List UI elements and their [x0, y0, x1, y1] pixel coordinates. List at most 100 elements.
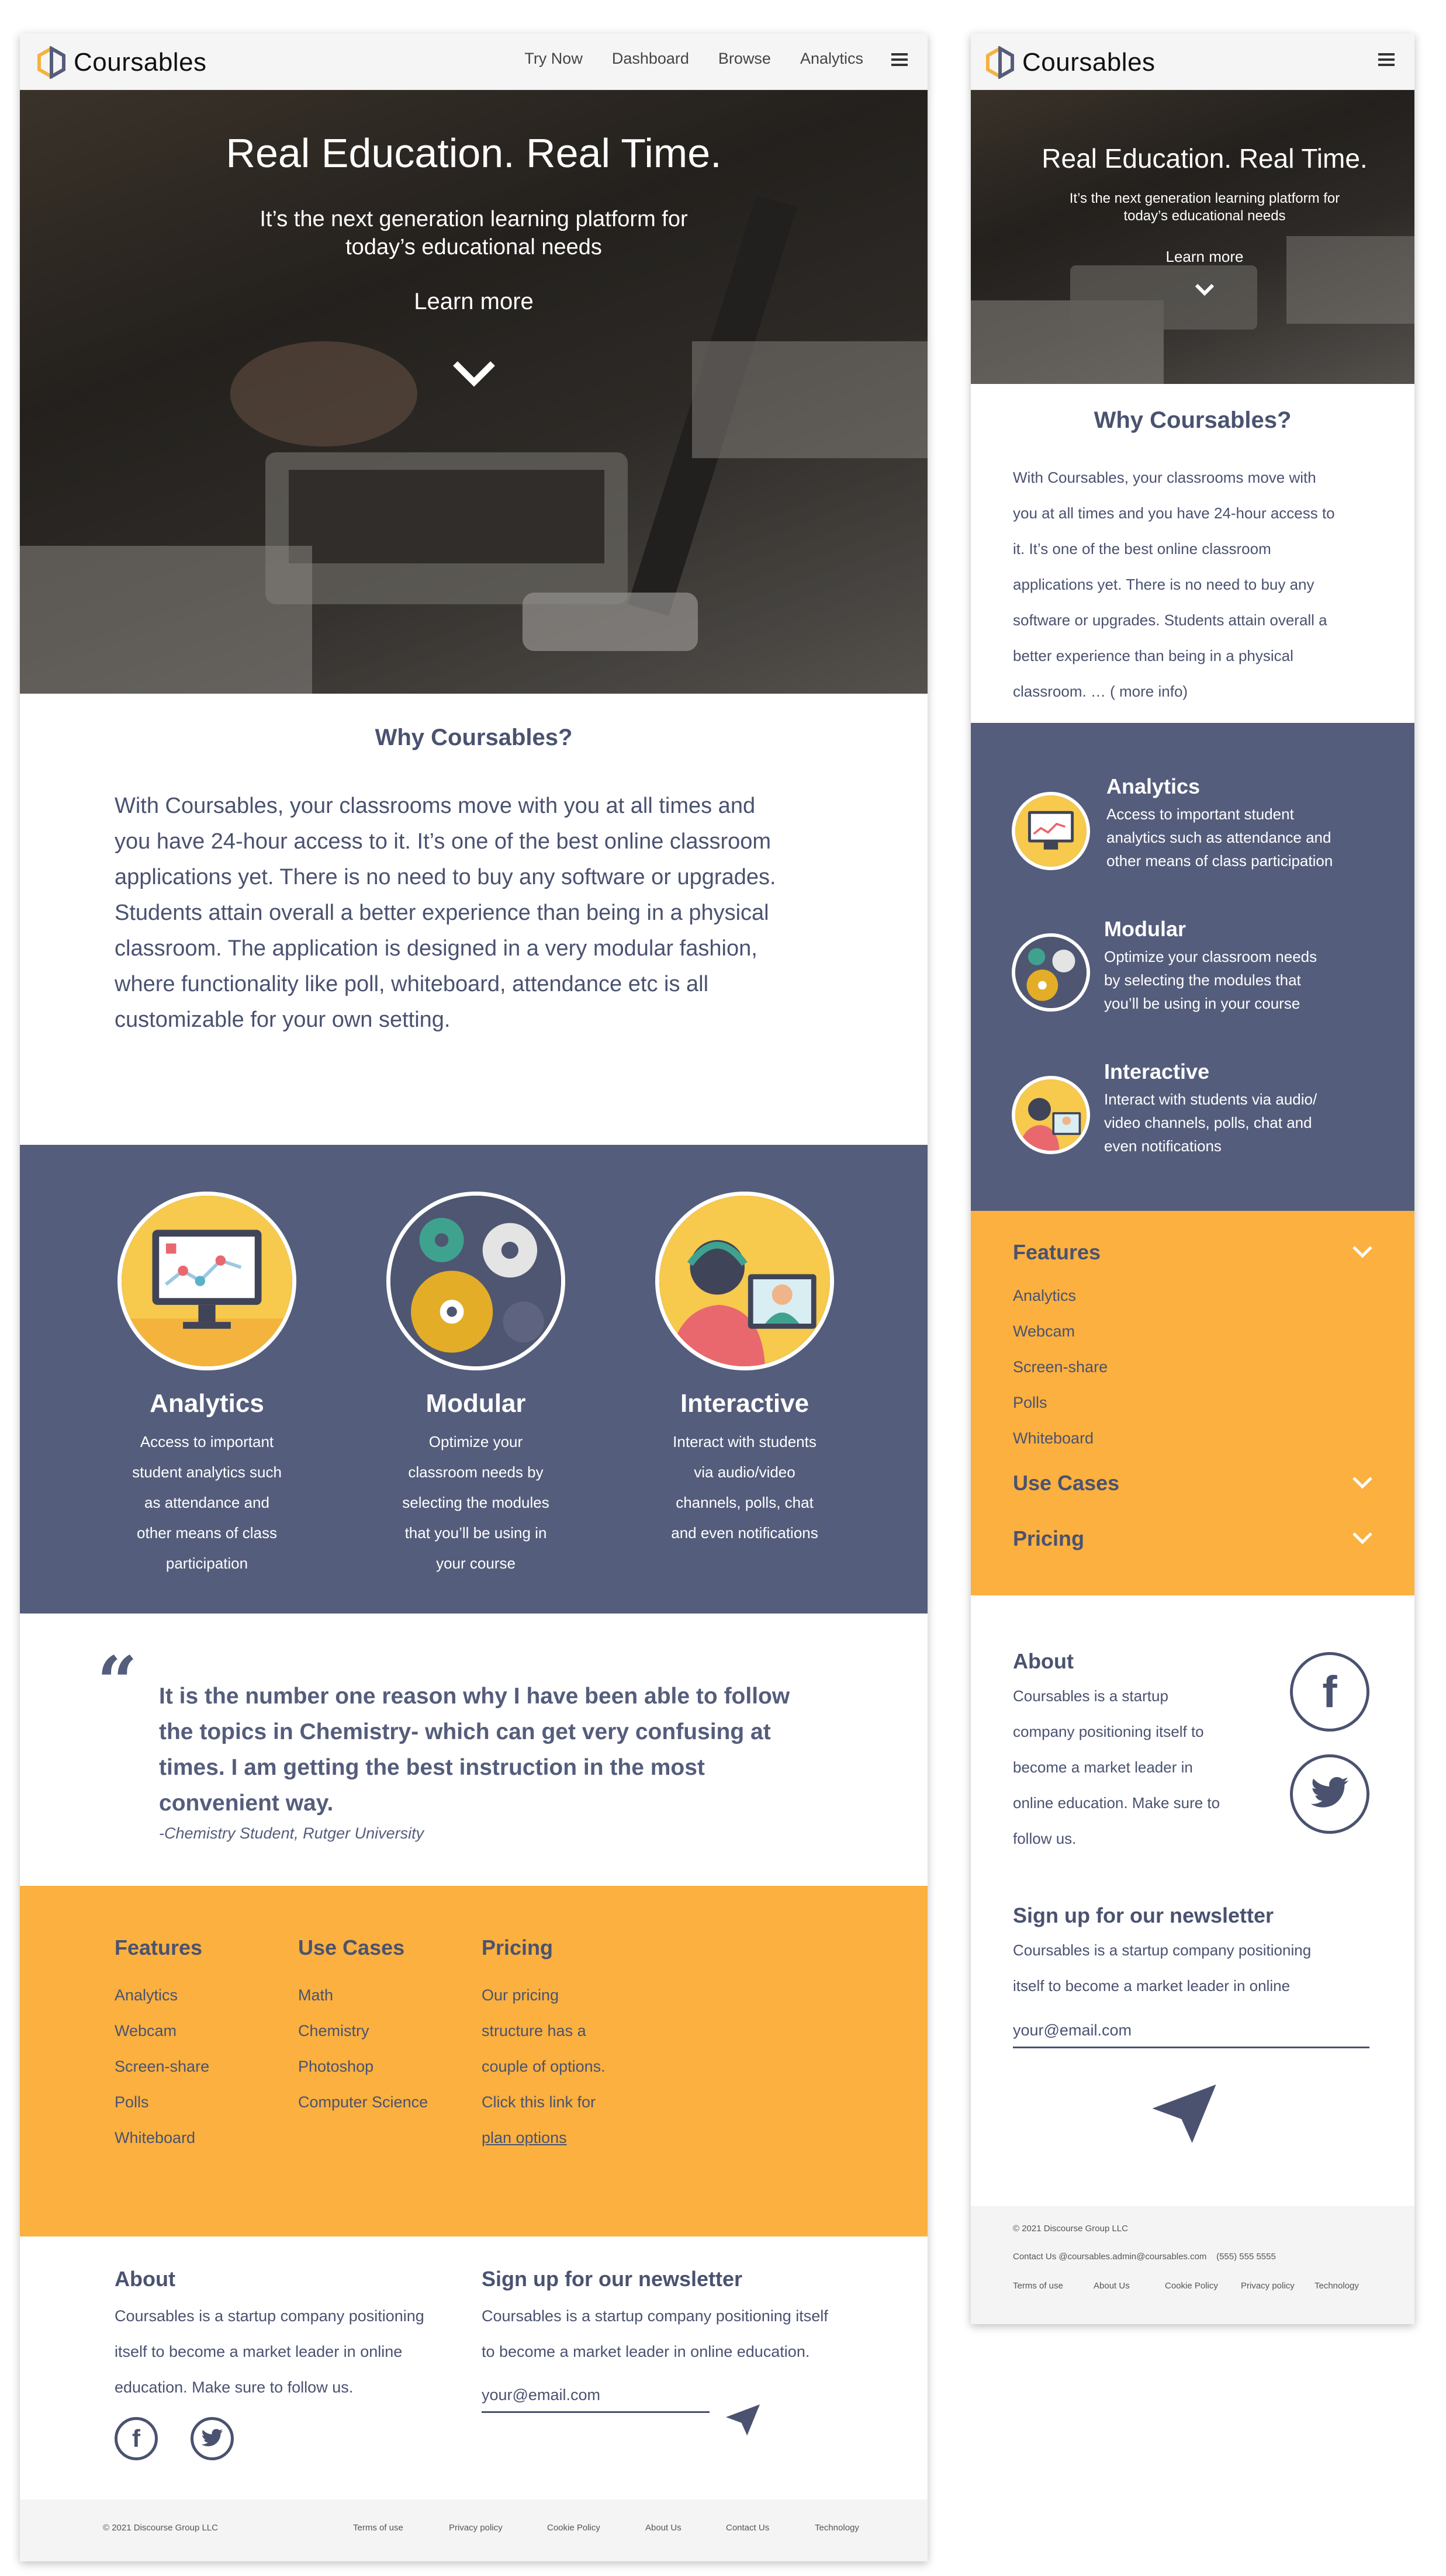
- pricing-text: structure has a: [482, 2022, 586, 2040]
- email-input[interactable]: your@email.com: [1013, 2021, 1369, 2048]
- footer-col-features: Features Analytics Webcam Screen-share P…: [115, 1936, 209, 2156]
- hero: Real Education. Real Time. It’s the next…: [971, 90, 1414, 384]
- footer-legal-links: Terms of use Privacy policy Cookie Polic…: [353, 2523, 885, 2533]
- footer-legal-link[interactable]: Privacy policy: [449, 2523, 547, 2533]
- footer-legal-link[interactable]: Cookie Policy: [1165, 2281, 1241, 2291]
- contact-line: Contact Us @coursables.admin@coursables.…: [1013, 2252, 1276, 2262]
- newsletter-section: Sign up for our newsletter Coursables is…: [1013, 1903, 1369, 2048]
- feature-analytics: Analytics Access to important student ana…: [113, 1192, 300, 1578]
- logo[interactable]: Coursables: [984, 46, 1156, 79]
- desktop-footer-bar: © 2021 Discourse Group LLC Terms of use …: [20, 2499, 928, 2561]
- footer-legal-link[interactable]: About Us: [1094, 2281, 1165, 2291]
- about-section: About Coursables is a startup company po…: [115, 2267, 424, 2460]
- footer-link[interactable]: Polls: [115, 2085, 209, 2120]
- footer-link[interactable]: Whiteboard: [115, 2120, 209, 2156]
- logo-icon: [986, 46, 1014, 79]
- brand-name: Coursables: [74, 48, 207, 77]
- footer-legal-link[interactable]: Cookie Policy: [547, 2523, 645, 2533]
- footer-links-section: Features Analytics Webcam Screen-share P…: [20, 1886, 928, 2236]
- footer-legal-link[interactable]: Privacy policy: [1241, 2281, 1314, 2291]
- twitter-icon[interactable]: [1290, 1754, 1369, 1834]
- footer-link[interactable]: Whiteboard: [1013, 1421, 1108, 1456]
- footer-link[interactable]: Analytics: [1013, 1278, 1108, 1314]
- gears-icon: [1012, 933, 1090, 1012]
- testimonial-author: -Chemistry Student, Rutger University: [159, 1824, 424, 1842]
- quote-mark-icon: “: [97, 1641, 138, 1723]
- footer-legal-link[interactable]: About Us: [645, 2523, 726, 2533]
- facebook-icon[interactable]: f: [1290, 1652, 1369, 1732]
- hero-title: Real Education. Real Time.: [1042, 143, 1368, 174]
- accordion-features[interactable]: Features: [1013, 1240, 1374, 1265]
- mobile-footer-bar: © 2021 Discourse Group LLC Contact Us @c…: [971, 2206, 1414, 2324]
- footer-legal-link[interactable]: Technology: [815, 2523, 885, 2533]
- why-title: Why Coursables?: [1094, 407, 1292, 433]
- send-icon[interactable]: [726, 2404, 760, 2436]
- chevron-down-icon[interactable]: [1351, 1476, 1374, 1490]
- pricing-text: couple of options.: [482, 2058, 606, 2075]
- video-call-icon: [655, 1192, 834, 1370]
- footer-link[interactable]: Photoshop: [298, 2049, 428, 2085]
- footer-legal-link[interactable]: Terms of use: [1013, 2281, 1094, 2291]
- footer-link[interactable]: Polls: [1013, 1385, 1108, 1421]
- accordion-pricing[interactable]: Pricing: [1013, 1526, 1374, 1551]
- footer-link[interactable]: Computer Science: [298, 2085, 428, 2120]
- features-list: Analytics Webcam Screen-share Polls Whit…: [1013, 1278, 1108, 1456]
- features-section: Analytics Access to important student ana…: [20, 1145, 928, 1614]
- feature-interactive: Interactive Interact with students via au…: [651, 1192, 838, 1548]
- footer-link[interactable]: Screen-share: [115, 2049, 209, 2085]
- mobile-page: Coursables Real Education. Real Time. It…: [971, 33, 1414, 2324]
- col-title: Pricing: [482, 1936, 554, 1959]
- footer-link[interactable]: Math: [298, 1978, 428, 2013]
- logo-icon: [37, 46, 65, 79]
- why-line: applications yet. There is no need to bu…: [115, 865, 776, 889]
- footer-col-use-cases: Use Cases Math Chemistry Photoshop Compu…: [298, 1936, 428, 2120]
- mobile-navbar: Coursables: [971, 33, 1414, 90]
- footer-col-pricing: Pricing Our pricing structure has a coup…: [482, 1936, 606, 2156]
- nav-browse[interactable]: Browse: [718, 50, 771, 68]
- learn-more-link[interactable]: Learn more: [20, 289, 928, 315]
- footer-link[interactable]: Webcam: [1013, 1314, 1108, 1349]
- accordion-use-cases[interactable]: Use Cases: [1013, 1471, 1374, 1495]
- footer-link[interactable]: Webcam: [115, 2013, 209, 2049]
- nav-try-now[interactable]: Try Now: [524, 50, 583, 68]
- analytics-icon: [1012, 792, 1090, 870]
- about-section: About Coursables is a startup company pos…: [1013, 1649, 1247, 1857]
- more-info-link[interactable]: classroom. … ( more info): [1013, 674, 1387, 709]
- chevron-down-icon[interactable]: [1351, 1245, 1374, 1259]
- chevron-down-icon[interactable]: [451, 359, 497, 388]
- learn-more-link[interactable]: Learn more: [1029, 248, 1380, 266]
- footer-link[interactable]: Chemistry: [298, 2013, 428, 2049]
- menu-icon[interactable]: [1378, 53, 1395, 66]
- newsletter-title: Sign up for our newsletter: [482, 2267, 743, 2291]
- footer-legal-link[interactable]: Contact Us: [726, 2523, 815, 2533]
- newsletter-title: Sign up for our newsletter: [1013, 1903, 1274, 1927]
- why-line: you have 24-hour access to it. It’s one …: [115, 829, 772, 854]
- twitter-icon[interactable]: [191, 2417, 234, 2460]
- menu-icon[interactable]: [891, 53, 908, 66]
- email-input[interactable]: your@email.com: [482, 2386, 710, 2413]
- feature-modular: Modular Optimize your classroom needs by …: [1104, 917, 1317, 1012]
- footer-link[interactable]: Screen-share: [1013, 1349, 1108, 1385]
- footer-legal-link[interactable]: Technology: [1314, 2281, 1373, 2291]
- nav-dashboard[interactable]: Dashboard: [612, 50, 689, 68]
- desktop-navbar: Coursables Try Now Dashboard Browse Anal…: [20, 33, 928, 90]
- facebook-icon[interactable]: f: [115, 2417, 158, 2460]
- testimonial-quote: It is the number one reason why I have b…: [159, 1684, 790, 1816]
- send-icon[interactable]: [1152, 2085, 1216, 2143]
- plan-options-link[interactable]: plan options: [482, 2120, 606, 2156]
- footer-legal-link[interactable]: Terms of use: [353, 2523, 449, 2533]
- feature-desc: Optimize your classroom needs by selecting…: [402, 1433, 549, 1572]
- brand-name: Coursables: [1022, 48, 1156, 77]
- copyright: © 2021 Discourse Group LLC: [103, 2523, 218, 2533]
- copyright: © 2021 Discourse Group LLC: [1013, 2224, 1128, 2234]
- features-section: Analytics Access to important student ana…: [971, 723, 1414, 1211]
- footer-legal-links: Terms of use About Us Cookie Policy Priv…: [1013, 2281, 1373, 2291]
- why-title: Why Coursables?: [375, 725, 573, 750]
- logo[interactable]: Coursables: [35, 46, 207, 79]
- nav-analytics[interactable]: Analytics: [800, 50, 863, 68]
- hero-title: Real Education. Real Time.: [226, 130, 722, 176]
- chevron-down-icon[interactable]: [1351, 1531, 1374, 1545]
- chevron-down-icon[interactable]: [1194, 283, 1215, 297]
- why-line: where functionality like poll, whiteboar…: [115, 972, 709, 996]
- footer-link[interactable]: Analytics: [115, 1978, 209, 2013]
